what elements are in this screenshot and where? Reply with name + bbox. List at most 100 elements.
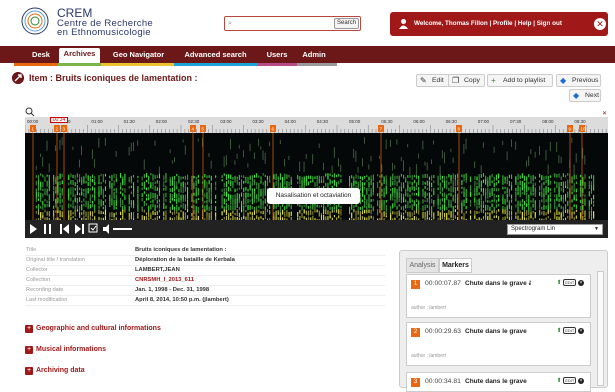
volume-slider[interactable]: [113, 228, 132, 230]
nav-admin[interactable]: Admin: [299, 49, 329, 63]
marker-item[interactable]: 1 00:00:07.87 Chute dans le grave à la f…: [406, 274, 591, 318]
spectrogram-band: [210, 160, 212, 169]
spectrogram-band: [361, 182, 364, 188]
spectrogram-band: [493, 182, 495, 187]
spectrogram-band: [76, 209, 78, 212]
signout-icon[interactable]: ✕: [594, 18, 606, 30]
spectrogram-band: [210, 204, 212, 211]
marker-edit-button[interactable]: EDIT: [563, 377, 577, 384]
spectrogram-band: [476, 182, 478, 185]
spectrogram-band: [273, 203, 275, 210]
spectrogram-band: [353, 148, 355, 159]
spectrogram-band: [303, 209, 305, 214]
spectrogram-band: [405, 210, 407, 214]
spectrogram-band: [195, 206, 197, 213]
marker-save-icon[interactable]: ⬆: [557, 328, 562, 334]
tab-markers[interactable]: Markers: [439, 258, 472, 273]
spectrogram-band: [325, 182, 327, 187]
rewind-icon[interactable]: [60, 224, 69, 234]
next-button[interactable]: ◆ Next: [569, 89, 601, 102]
ruler-marker[interactable]: 4: [190, 125, 196, 132]
spectrogram-band: [288, 215, 290, 218]
pause-icon[interactable]: [44, 224, 51, 234]
copy-button[interactable]: ❐ Copy: [448, 74, 485, 87]
ruler-marker[interactable]: 10: [579, 125, 586, 132]
spectrogram-band: [57, 192, 59, 196]
spectrogram-band: [307, 181, 310, 186]
spectrogram-band: [511, 205, 513, 210]
spectrogram-band: [565, 204, 567, 210]
spectrogram-band: [415, 199, 418, 203]
spectrogram-band: [573, 197, 575, 201]
spectrogram-band: [320, 180, 323, 183]
marker-item[interactable]: 2 00:00:29.63 Chute dans le grave ⬆ EDIT…: [406, 322, 591, 366]
spectrogram-band: [338, 180, 340, 185]
marker-edit-button[interactable]: EDIT: [563, 327, 577, 334]
marker-save-icon[interactable]: ⬆: [557, 280, 562, 286]
spectrogram-band: [565, 209, 567, 213]
marker-delete-icon[interactable]: ×: [578, 328, 584, 334]
nav-archives[interactable]: Archives: [59, 48, 100, 64]
ruler-marker[interactable]: 7: [378, 125, 384, 132]
spectrogram-band: [130, 142, 132, 152]
zoom-icon[interactable]: [25, 107, 35, 117]
tab-analysis[interactable]: Analysis: [406, 258, 439, 273]
previous-button[interactable]: ◆ Previous: [556, 74, 601, 87]
forward-icon[interactable]: [75, 224, 84, 234]
spectrogram-band: [253, 206, 256, 210]
spectrogram-band: [370, 191, 372, 197]
ruler-marker[interactable]: 9: [567, 125, 573, 132]
nav-users[interactable]: Users: [263, 49, 291, 63]
marker-delete-icon[interactable]: ×: [578, 378, 584, 384]
search-input[interactable]: [237, 18, 333, 29]
ruler-marker[interactable]: 8: [456, 125, 462, 132]
section-label: Musical informations: [36, 346, 107, 353]
spectrogram-band: [109, 186, 111, 190]
spectrogram-band: [232, 185, 234, 189]
visualizer-select[interactable]: Spectrogram Lin ▼: [507, 224, 603, 235]
spectrogram-band: [593, 204, 595, 207]
search-button[interactable]: Search: [334, 18, 359, 29]
spectrogram-band: [534, 182, 536, 186]
spectrogram-band: [307, 175, 310, 179]
spectrogram-band: [519, 210, 521, 214]
spectrogram-band: [558, 203, 560, 207]
ruler-marker[interactable]: 1: [30, 125, 36, 132]
nav-geo-navigator[interactable]: Geo Navigator: [108, 49, 169, 63]
spectrogram-band: [418, 205, 420, 211]
marker-save-icon[interactable]: ⬆: [557, 378, 562, 384]
spectrogram-band: [403, 197, 405, 203]
marker-item[interactable]: 3 00:00:34.81 Chute dans le grave ⬆ EDIT…: [406, 372, 591, 392]
meta-value-collection-link[interactable]: CNRSMH_I_2013_611: [135, 277, 194, 283]
play-icon[interactable]: [30, 224, 37, 234]
volume-icon[interactable]: [103, 224, 109, 234]
spectrogram-band: [390, 139, 391, 147]
panel-scrollbar[interactable]: [597, 271, 604, 386]
spectrogram-band: [113, 199, 115, 207]
add-to-playlist-button[interactable]: + Add to playlist: [487, 74, 553, 87]
spectrogram-band: [236, 176, 238, 180]
nav-desk[interactable]: Desk: [26, 49, 56, 63]
spectrogram-band: [234, 160, 236, 165]
spectrogram-band: [44, 179, 46, 182]
ruler-marker[interactable]: 2: [54, 125, 60, 132]
marker-edit-button[interactable]: EDIT: [563, 279, 577, 286]
marker-time: 00:00:34.81: [425, 378, 461, 385]
spectrogram-band: [145, 203, 148, 206]
ruler-marker[interactable]: 5: [200, 125, 206, 132]
spectrogram-band: [115, 194, 117, 201]
timeline-ruler[interactable]: 00:0000:3001:0001:3002:0002:3003:0003:30…: [24, 117, 608, 133]
nav-advanced-search[interactable]: Advanced search: [175, 49, 256, 63]
spectrogram-band: [448, 193, 450, 196]
marker-delete-icon[interactable]: ×: [578, 280, 584, 286]
spectrogram-band: [284, 211, 286, 218]
marker-add-icon[interactable]: [88, 223, 98, 233]
spectrogram-band: [441, 198, 443, 202]
spectrogram-band: [448, 182, 450, 185]
analysis-markers-panel: Analysis Markers 1 00:00:07.87 Chute dan…: [399, 250, 608, 392]
spectrogram[interactable]: Nasalisation et octaviation: [25, 133, 608, 220]
spectrogram-band: [42, 188, 44, 191]
ruler-marker[interactable]: 3: [61, 125, 67, 132]
user-links[interactable]: Welcome, Thomas Fillon | Profile | Help …: [414, 20, 562, 27]
ruler-marker[interactable]: 6: [270, 125, 276, 132]
